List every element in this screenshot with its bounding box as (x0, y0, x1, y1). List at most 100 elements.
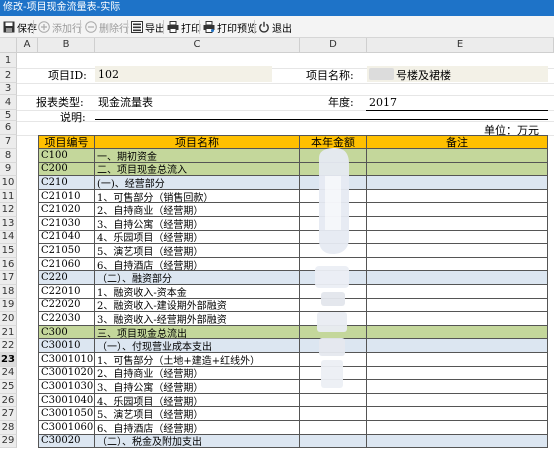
row-code-cell: C200 (38, 162, 95, 177)
row-header[interactable]: 4 (0, 95, 17, 110)
row-header[interactable]: 28 (0, 421, 17, 435)
remark-cell[interactable] (367, 257, 548, 272)
remark-underline[interactable] (95, 119, 548, 120)
row-code-cell: C21020 (38, 203, 95, 217)
row-header[interactable]: 13 (0, 217, 17, 231)
project-id-value: 102 (98, 68, 119, 81)
column-header-a[interactable]: A (17, 38, 38, 53)
row-header[interactable]: 1 (0, 53, 17, 68)
add-row-label: 添加行 (52, 23, 82, 35)
remark-cell[interactable] (367, 353, 548, 367)
redacted-region (311, 146, 357, 396)
window-title: 修改-项目现金流量表-实际 (0, 0, 554, 16)
delete-row-button[interactable]: 删除行 (84, 19, 129, 35)
row-header[interactable]: 15 (0, 244, 17, 258)
column-header-e[interactable]: E (367, 38, 554, 53)
column-header-c[interactable]: C (95, 38, 300, 53)
remark-cell[interactable] (367, 217, 548, 231)
row-header[interactable]: 9 (0, 162, 17, 177)
row-header[interactable]: 25 (0, 380, 17, 394)
remark-cell[interactable] (367, 393, 548, 408)
print-preview-label: 打印预览 (217, 23, 257, 35)
print-preview-button[interactable]: 打印预览 (202, 19, 257, 35)
row-header[interactable]: 29 (0, 434, 17, 449)
row-name-cell: 5、演艺项目（经营期） (95, 244, 300, 258)
remark-cell[interactable] (367, 189, 548, 204)
export-button[interactable]: 导出 (130, 19, 165, 35)
project-id-field[interactable] (95, 66, 272, 82)
save-button[interactable]: 保存 (2, 19, 37, 35)
row-header[interactable]: 8 (0, 149, 17, 163)
row-code-cell: C21030 (38, 217, 95, 231)
remark-cell[interactable] (367, 434, 548, 449)
print-preview-icon (202, 21, 215, 34)
row-header[interactable]: 26 (0, 393, 17, 408)
row-header[interactable]: 7 (0, 135, 17, 149)
row-name-cell: 6、自持酒店（经营期） (95, 257, 300, 272)
print-button[interactable]: 打印 (166, 19, 201, 35)
grid-line (17, 121, 554, 122)
delete-row-label: 删除行 (99, 23, 129, 35)
row-header[interactable]: 2 (0, 68, 17, 83)
row-header[interactable]: 6 (0, 121, 17, 135)
amount-cell[interactable] (300, 421, 367, 435)
corner-header[interactable] (0, 38, 17, 53)
row-code-cell: C3001010 (38, 353, 95, 367)
row-header[interactable]: 24 (0, 366, 17, 381)
remark-cell[interactable] (367, 366, 548, 381)
row-header[interactable]: 21 (0, 325, 17, 340)
remark-cell[interactable] (367, 298, 548, 313)
year-label: 年度: (328, 95, 354, 109)
remark-cell[interactable] (367, 149, 548, 163)
row-code-cell: C21010 (38, 189, 95, 204)
remark-cell[interactable] (367, 325, 548, 340)
amount-cell[interactable] (300, 434, 367, 449)
project-name-field[interactable] (367, 66, 548, 82)
remark-cell[interactable] (367, 176, 548, 190)
toolbar-divider (33, 20, 34, 34)
toolbar-divider (127, 20, 128, 34)
row-code-cell: C3001030 (38, 380, 95, 394)
add-row-button[interactable]: 添加行 (37, 19, 82, 35)
row-header[interactable]: 27 (0, 407, 17, 421)
remark-cell[interactable] (367, 285, 548, 299)
row-header[interactable]: 5 (0, 110, 17, 121)
remark-cell[interactable] (367, 203, 548, 217)
row-name-cell: （二）、融资部分 (95, 271, 300, 285)
column-header-d[interactable]: D (300, 38, 367, 53)
remark-cell[interactable] (367, 244, 548, 258)
row-name-cell: 4、乐园项目（经营期） (95, 393, 300, 408)
row-header[interactable]: 20 (0, 312, 17, 326)
remark-cell[interactable] (367, 380, 548, 394)
row-code-cell: C30010 (38, 339, 95, 353)
row-header[interactable]: 12 (0, 203, 17, 217)
remark-cell[interactable] (367, 421, 548, 435)
row-name-cell: 6、自持酒店（经营期） (95, 421, 300, 435)
amount-cell[interactable] (300, 407, 367, 421)
row-header[interactable]: 16 (0, 257, 17, 272)
remark-cell[interactable] (367, 162, 548, 177)
row-header[interactable]: 22 (0, 339, 17, 353)
row-header[interactable]: 17 (0, 271, 17, 285)
exit-button[interactable]: 退出 (257, 19, 292, 35)
row-name-cell: 1、可售部分（土地+建造+红线外） (95, 353, 300, 367)
row-code-cell: C22010 (38, 285, 95, 299)
row-header[interactable]: 14 (0, 230, 17, 245)
header-code: 项目编号 (38, 135, 95, 149)
row-header[interactable]: 11 (0, 189, 17, 204)
remark-cell[interactable] (367, 271, 548, 285)
remark-cell[interactable] (367, 312, 548, 326)
row-header[interactable]: 10 (0, 176, 17, 190)
row-header[interactable]: 3 (0, 83, 17, 95)
row-header[interactable]: 19 (0, 298, 17, 313)
row-header[interactable]: 23 (0, 353, 17, 367)
grid-line (17, 83, 554, 84)
remark-cell[interactable] (367, 230, 548, 245)
row-code-cell: C300 (38, 325, 95, 340)
remark-cell[interactable] (367, 407, 548, 421)
row-code-cell: C22020 (38, 298, 95, 313)
print-label: 打印 (181, 23, 201, 35)
column-header-b[interactable]: B (38, 38, 95, 53)
row-header[interactable]: 18 (0, 285, 17, 299)
remark-cell[interactable] (367, 339, 548, 353)
